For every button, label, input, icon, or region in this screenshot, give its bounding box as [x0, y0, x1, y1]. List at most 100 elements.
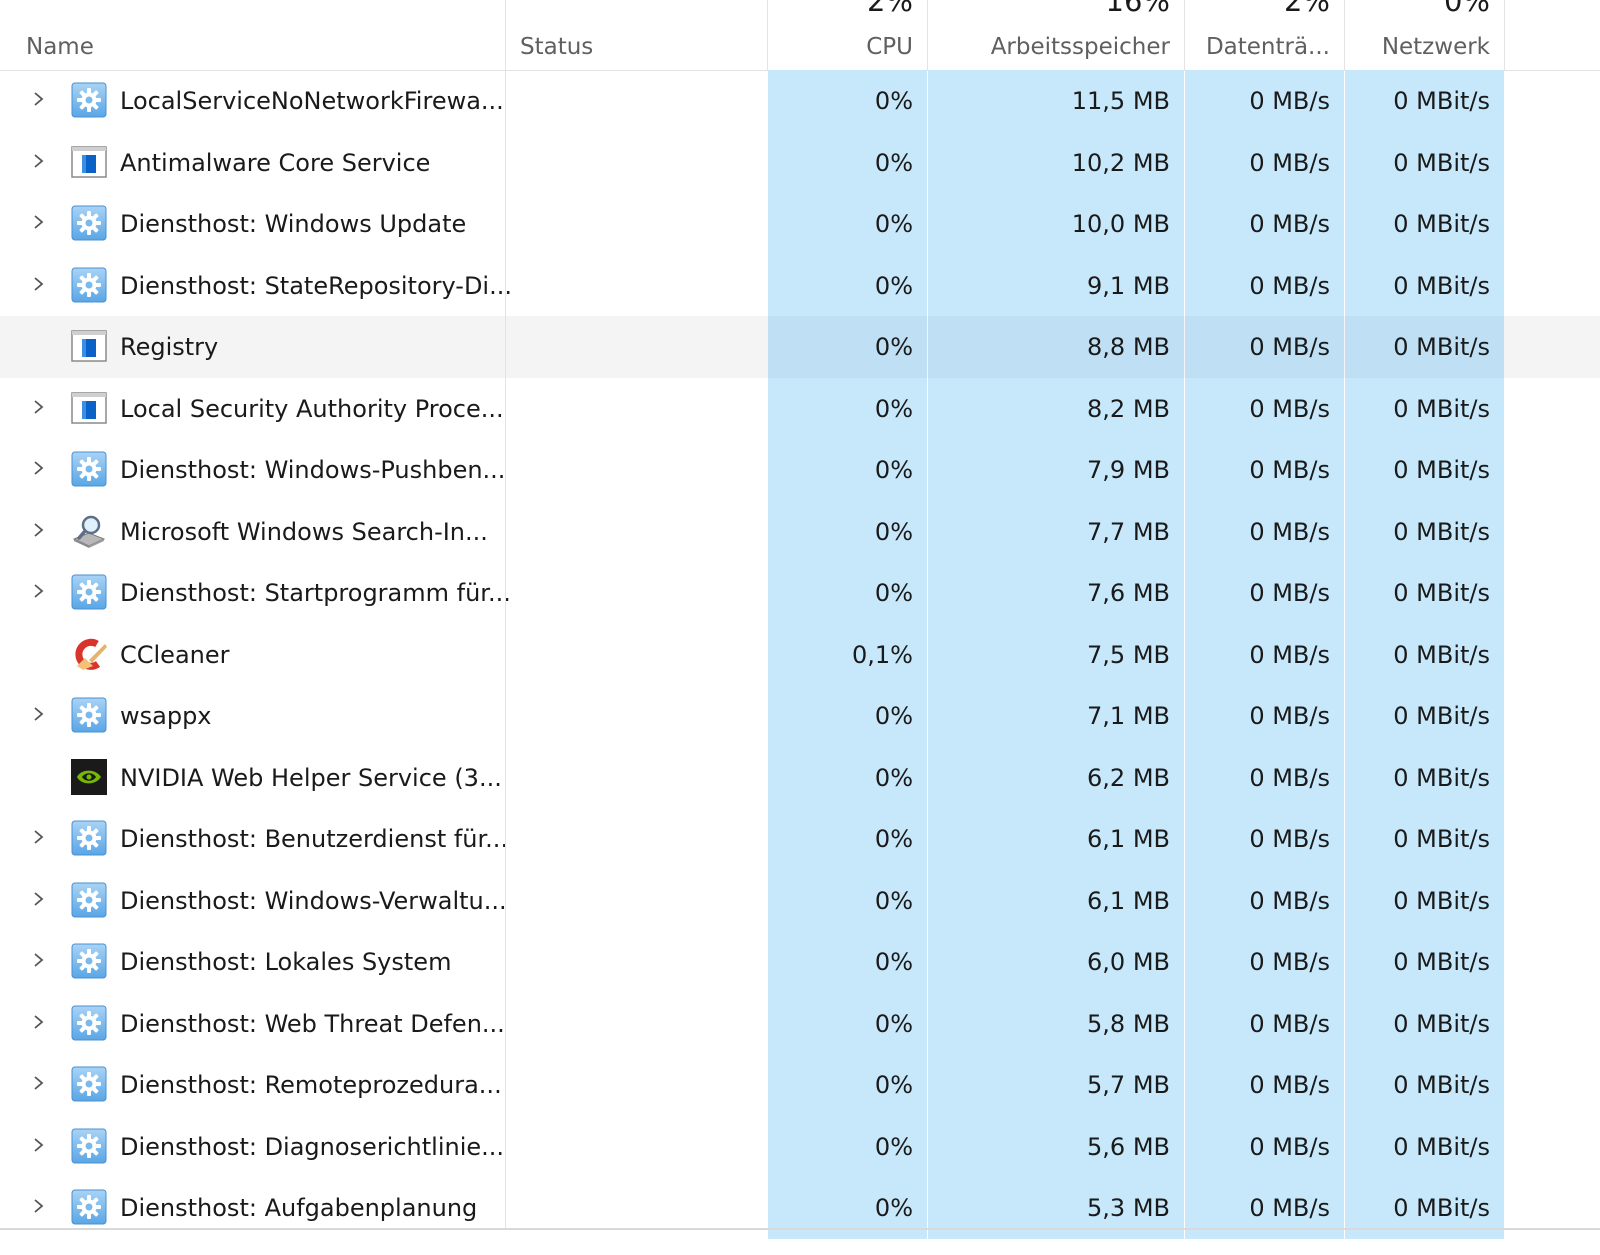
- disk-cell: 0 MB/s: [1185, 439, 1344, 501]
- chevron-right-icon[interactable]: [33, 91, 45, 106]
- disk-cell: 0 MB/s: [1185, 70, 1344, 132]
- disk-cell: 0 MB/s: [1185, 931, 1344, 993]
- table-row[interactable]: wsappx 0% 7,1 MB 0 MB/s 0 MBit/s: [0, 685, 1600, 747]
- chevron-right-icon[interactable]: [33, 891, 45, 906]
- status-cell: [506, 870, 768, 932]
- name-cell: NVIDIA Web Helper Service (3...: [0, 747, 505, 809]
- cpu-cell: 0%: [768, 746, 927, 809]
- table-bottom-border: [0, 1228, 1600, 1230]
- process-name: Diensthost: StateRepository-Di...: [120, 271, 512, 300]
- table-row[interactable]: NVIDIA Web Helper Service (3... 0% 6,2 MB 0…: [0, 746, 1600, 809]
- cpu-cell: 0%: [768, 869, 927, 932]
- table-row[interactable]: Diensthost: Web Threat Defen... 0% 5,8 MB 0…: [0, 992, 1600, 1055]
- table-row[interactable]: Diensthost: Benutzerdienst für... 0% 6,1 M…: [0, 808, 1600, 870]
- table-row[interactable]: Diensthost: Lokales System 0% 6,0 MB 0 MB/s…: [0, 931, 1600, 993]
- network-cell: 0 MBit/s: [1345, 439, 1504, 501]
- table-row[interactable]: CCleaner 0,1% 7,5 MB 0 MB/s 0 MBit/s: [0, 623, 1600, 686]
- table-row[interactable]: Registry 0% 8,8 MB 0 MB/s 0 MBit/s: [0, 316, 1600, 378]
- cpu-cell: 0%: [768, 992, 927, 1055]
- disk-cell: 0 MB/s: [1185, 685, 1344, 747]
- network-total-usage: 0%: [1443, 0, 1490, 18]
- chevron-right-icon[interactable]: [33, 276, 45, 291]
- gear-icon: [71, 82, 107, 118]
- process-name: Diensthost: Lokales System: [120, 948, 452, 976]
- status-cell: [506, 378, 768, 440]
- column-header-cpu[interactable]: 2% CPU: [768, 0, 927, 70]
- gear-icon: [71, 1005, 107, 1041]
- table-row[interactable]: Diensthost: Windows-Verwaltu... 0% 6,1 MB 0…: [0, 869, 1600, 932]
- chevron-right-icon[interactable]: [33, 583, 45, 598]
- process-name: Antimalware Core Service: [120, 148, 431, 177]
- name-cell: Antimalware Core Service: [0, 132, 505, 194]
- chevron-right-icon[interactable]: [33, 460, 45, 475]
- chevron-right-icon[interactable]: [33, 1075, 45, 1090]
- disk-cell: 0 MB/s: [1185, 869, 1344, 932]
- memory-cell: 6,1 MB: [928, 869, 1184, 932]
- table-row[interactable]: Diensthost: Startprogramm für... 0% 7,6 MB…: [0, 562, 1600, 624]
- name-cell: Diensthost: Lokales System: [0, 931, 505, 993]
- disk-cell: 0 MB/s: [1185, 808, 1344, 870]
- chevron-right-icon[interactable]: [33, 829, 45, 844]
- column-header-name[interactable]: Name: [0, 0, 505, 70]
- table-row[interactable]: Local Security Authority Proce... 0% 8,2 M…: [0, 377, 1600, 440]
- column-divider[interactable]: [505, 0, 506, 1228]
- memory-cell: 8,2 MB: [928, 377, 1184, 440]
- process-name: Registry: [120, 333, 219, 361]
- chevron-right-icon[interactable]: [33, 522, 45, 537]
- chevron-right-icon[interactable]: [33, 214, 45, 229]
- gear-icon: [71, 1128, 107, 1164]
- process-name: Diensthost: Startprogramm für...: [120, 579, 511, 607]
- gear-icon: [71, 882, 107, 918]
- chevron-right-icon[interactable]: [33, 706, 45, 721]
- column-header-memory[interactable]: 16% Arbeitsspeicher: [928, 0, 1184, 70]
- disk-cell: 0 MB/s: [1185, 377, 1344, 440]
- table-row[interactable]: Diensthost: StateRepository-Di... 0% 9,1 M…: [0, 254, 1600, 317]
- disk-cell: 0 MB/s: [1185, 254, 1344, 317]
- chevron-right-icon[interactable]: [33, 1014, 45, 1029]
- column-divider[interactable]: [1504, 0, 1505, 70]
- column-header-status[interactable]: Status: [506, 0, 768, 70]
- process-name: Diensthost: Remoteprozedura...: [120, 1071, 502, 1099]
- nvidia-icon: [71, 758, 107, 795]
- disk-cell: 0 MB/s: [1185, 623, 1344, 686]
- name-cell: Diensthost: Remoteprozedura...: [0, 1054, 505, 1116]
- process-name: wsappx: [120, 702, 212, 730]
- table-row[interactable]: Diensthost: Remoteprozedura... 0% 5,7 MB 0 …: [0, 1054, 1600, 1116]
- chevron-right-icon[interactable]: [33, 1198, 45, 1213]
- table-row[interactable]: LocalServiceNoNetworkFirewa... 0% 11,5 MB 0…: [0, 70, 1600, 132]
- column-header-status-label: Status: [520, 34, 594, 60]
- disk-cell: 0 MB/s: [1185, 992, 1344, 1055]
- table-row[interactable]: Diensthost: Windows Update 0% 10,0 MB 0 MB/…: [0, 193, 1600, 255]
- disk-cell: 0 MB/s: [1185, 131, 1344, 194]
- chevron-right-icon[interactable]: [33, 399, 45, 414]
- column-divider[interactable]: [1344, 0, 1345, 70]
- column-divider[interactable]: [927, 0, 928, 70]
- memory-cell: 5,6 MB: [928, 1115, 1184, 1178]
- column-divider[interactable]: [1184, 0, 1185, 70]
- chevron-right-icon[interactable]: [33, 952, 45, 967]
- cpu-cell: 0%: [768, 193, 927, 255]
- status-cell: [506, 255, 768, 317]
- status-cell: [506, 685, 768, 747]
- table-row[interactable]: Diensthost: Diagnoserichtlinie... 0% 5,6 M…: [0, 1115, 1600, 1178]
- network-cell: 0 MBit/s: [1345, 931, 1504, 993]
- chevron-right-icon[interactable]: [33, 153, 45, 168]
- column-header-disk[interactable]: 2% Datenträ...: [1185, 0, 1344, 70]
- memory-cell: 10,0 MB: [928, 193, 1184, 255]
- table-row[interactable]: Diensthost: Windows-Pushben... 0% 7,9 MB 0 …: [0, 439, 1600, 501]
- gear-icon: [71, 697, 107, 733]
- column-divider[interactable]: [767, 0, 768, 70]
- table-row[interactable]: Antimalware Core Service 0% 10,2 MB 0 MB/s 0…: [0, 131, 1600, 194]
- network-cell: 0 MBit/s: [1345, 808, 1504, 870]
- process-name: Diensthost: Windows Update: [120, 210, 467, 238]
- process-name: Diensthost: Windows-Pushben...: [120, 456, 506, 484]
- table-row[interactable]: Microsoft Windows Search-In... 0% 7,7 MB 0 …: [0, 500, 1600, 563]
- memory-cell: 7,7 MB: [928, 500, 1184, 563]
- column-header-network[interactable]: 0% Netzwerk: [1345, 0, 1504, 70]
- network-cell: 0 MBit/s: [1345, 377, 1504, 440]
- network-cell: 0 MBit/s: [1345, 193, 1504, 255]
- memory-cell: 5,7 MB: [928, 1054, 1184, 1116]
- ccleaner-icon: [71, 636, 107, 672]
- disk-cell: 0 MB/s: [1185, 1054, 1344, 1116]
- chevron-right-icon[interactable]: [33, 1137, 45, 1152]
